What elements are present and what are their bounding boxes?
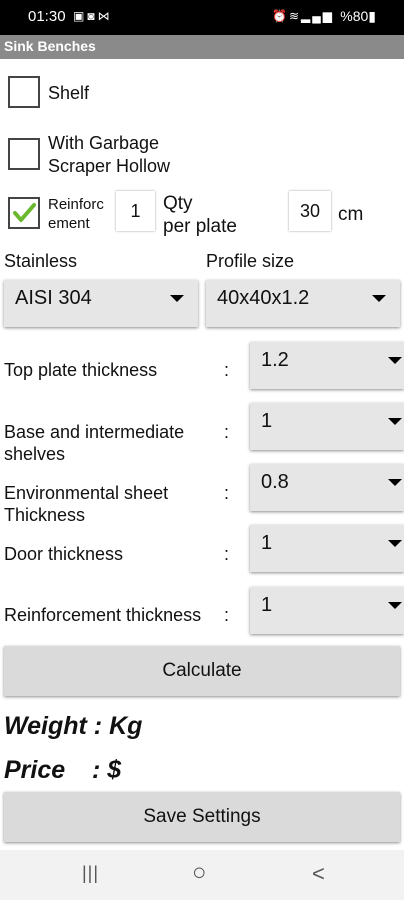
cm-unit-label: cm: [338, 204, 364, 225]
app-title: Sink Benches: [4, 38, 96, 54]
price-colon: :: [92, 756, 101, 784]
stainless-dropdown[interactable]: AISI 304: [4, 280, 198, 327]
qty-label-line2: per plate: [163, 216, 237, 237]
dropdown-arrow-icon: [388, 540, 402, 547]
colon-separator: :: [224, 544, 230, 564]
door-thickness-label: Door thickness: [4, 544, 124, 564]
battery-indicator: %80▮: [340, 8, 376, 25]
stainless-label: Stainless: [4, 251, 78, 271]
profile-size-dropdown[interactable]: 40x40x1.2: [206, 280, 400, 327]
environmental-sheet-thickness-dropdown[interactable]: 0.8: [250, 464, 404, 511]
qty-per-plate-label: Qty per plate: [163, 192, 237, 238]
reinforcement-checkbox[interactable]: [8, 197, 40, 229]
profile-size-label: Profile size: [206, 251, 295, 271]
shelf-checkbox[interactable]: [8, 76, 40, 108]
dropdown-arrow-icon: [170, 295, 184, 302]
base-shelves-thickness-value: 1: [261, 410, 273, 432]
base-shelves-thickness-dropdown[interactable]: 1: [250, 403, 404, 450]
garbage-scraper-checkbox[interactable]: [8, 138, 40, 170]
top-plate-thickness-value: 1.2: [261, 349, 289, 371]
top-plate-thickness-dropdown[interactable]: 1.2: [250, 342, 404, 389]
environmental-sheet-thickness-label: Environmental sheet Thickness: [4, 482, 168, 526]
weight-unit: Kg: [109, 712, 143, 740]
dropdown-arrow-icon: [388, 602, 402, 609]
wifi-icon: ≋: [288, 9, 302, 23]
battery-icon: ▮: [368, 8, 376, 24]
door-thickness-value: 1: [261, 532, 273, 554]
colon-separator: :: [224, 483, 230, 503]
price-result: Price: [4, 756, 65, 785]
price-unit: $: [107, 756, 122, 784]
reinforcement-thickness-dropdown[interactable]: 1: [250, 587, 404, 634]
system-icons: ⏰≋▂▄▆: [272, 9, 334, 23]
checkmark-icon: [13, 203, 36, 222]
garbage-label-line2: Scraper Hollow: [48, 156, 171, 176]
dropdown-arrow-icon: [372, 295, 386, 302]
base-shelves-thickness-label: Base and intermediate shelves: [4, 421, 184, 465]
reinforcement-thickness-label: Reinforcement thickness: [4, 605, 202, 625]
colon-separator: :: [224, 360, 230, 380]
profile-size-value: 40x40x1.2: [217, 287, 310, 309]
reinforcement-label-line1: Reinforc: [48, 196, 104, 213]
instagram-icon: ◙: [87, 9, 98, 23]
base-shelves-label-line2: shelves: [4, 444, 66, 464]
clock: 01:30: [28, 8, 66, 25]
status-bar: 01:30 ▣◙⋈ ⏰≋▂▄▆ %80▮: [0, 0, 404, 35]
environmental-label-line1: Environmental sheet: [4, 483, 169, 503]
environmental-sheet-thickness-value: 0.8: [261, 471, 289, 493]
reinforcement-thickness-value: 1: [261, 594, 273, 616]
reinforcement-label-line2: ement: [48, 215, 90, 232]
dropdown-arrow-icon: [388, 357, 402, 364]
reinforcement-label: Reinforc ement: [48, 195, 104, 233]
weight-label: Weight :: [4, 712, 103, 740]
battery-percent: %80: [340, 8, 369, 24]
image-icon: ▣: [73, 9, 88, 23]
system-nav-bar: ||| ○ <: [0, 850, 404, 900]
stainless-value: AISI 304: [15, 287, 92, 309]
home-icon[interactable]: ○: [192, 859, 207, 887]
base-shelves-label-line1: Base and intermediate: [4, 422, 185, 442]
garbage-label-line1: With Garbage: [48, 133, 160, 153]
price-value: : $: [92, 756, 121, 785]
colon-separator: :: [224, 605, 230, 625]
media-icon: ⋈: [97, 9, 113, 23]
top-plate-thickness-label: Top plate thickness: [4, 360, 158, 380]
notification-icons: ▣◙⋈: [73, 9, 113, 23]
reinforcement-length-input[interactable]: 30: [289, 191, 331, 231]
qty-label-line1: Qty: [163, 193, 193, 214]
alarm-icon: ⏰: [272, 9, 289, 23]
dropdown-arrow-icon: [388, 418, 402, 425]
door-thickness-dropdown[interactable]: 1: [250, 525, 404, 572]
qty-per-plate-input[interactable]: 1: [116, 191, 155, 231]
calculate-button[interactable]: Calculate: [4, 646, 400, 696]
garbage-scraper-label: With Garbage Scraper Hollow: [48, 132, 170, 178]
weight-result: Weight : Kg: [4, 712, 142, 741]
dropdown-arrow-icon: [388, 479, 402, 486]
recent-apps-icon[interactable]: |||: [82, 863, 99, 884]
shelf-label: Shelf: [48, 83, 90, 103]
environmental-label-line2: Thickness: [4, 505, 86, 525]
colon-separator: :: [224, 422, 230, 442]
signal-icon: ▂▄▆: [301, 9, 334, 23]
price-label: Price: [4, 756, 66, 784]
save-settings-button[interactable]: Save Settings: [4, 792, 400, 842]
app-title-bar: Sink Benches: [0, 35, 404, 59]
back-icon[interactable]: <: [312, 861, 325, 887]
